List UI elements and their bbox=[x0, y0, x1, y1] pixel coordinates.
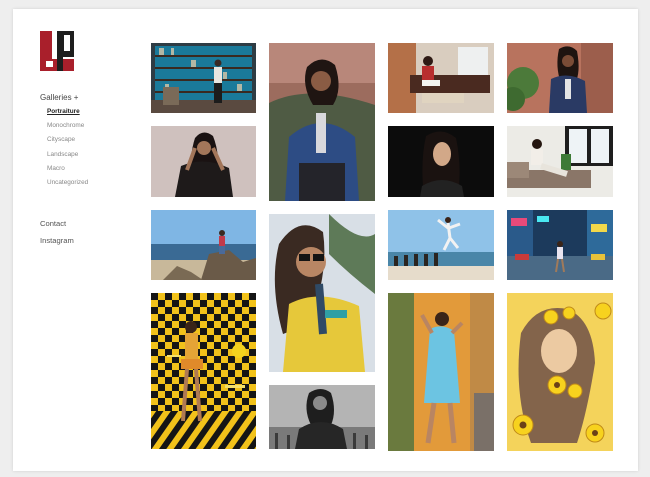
gallery-photo-street-portrait[interactable] bbox=[507, 43, 613, 113]
nav-item-uncategorized[interactable]: Uncategorized bbox=[47, 179, 130, 186]
gallery-photo-window-couch-portrait[interactable] bbox=[507, 126, 613, 197]
nav-item-cityscape[interactable]: Cityscape bbox=[47, 136, 130, 143]
gallery-photo-loft-sofa-portrait[interactable] bbox=[388, 43, 494, 113]
nav-item-portraiture[interactable]: Portraiture bbox=[47, 108, 130, 115]
gallery-photo-times-square-portrait[interactable] bbox=[507, 210, 613, 280]
site-logo[interactable] bbox=[37, 31, 77, 73]
gallery-photo-monochrome-portrait[interactable] bbox=[269, 385, 375, 449]
nav-instagram-link[interactable]: Instagram bbox=[40, 236, 130, 245]
gallery-photo-denim-shirt-portrait[interactable] bbox=[269, 43, 375, 201]
gallery-photo-checkered-wall-portrait[interactable] bbox=[151, 293, 256, 449]
nav-galleries-toggle[interactable]: Galleries + bbox=[40, 93, 130, 102]
page-container: Galleries + Portraiture Monochrome Citys… bbox=[13, 9, 638, 471]
gallery-photo-rocky-beach-portrait[interactable] bbox=[151, 210, 256, 280]
gallery-photo-pier-leap-portrait[interactable] bbox=[388, 210, 494, 280]
gallery-photo-blue-dress-portrait[interactable] bbox=[388, 293, 494, 451]
nav-item-monochrome[interactable]: Monochrome bbox=[47, 122, 130, 129]
nav-contact-link[interactable]: Contact bbox=[40, 219, 130, 228]
gallery-photo-lace-top-portrait[interactable] bbox=[151, 126, 256, 197]
site-nav: Galleries + Portraiture Monochrome Citys… bbox=[40, 93, 130, 245]
nav-item-macro[interactable]: Macro bbox=[47, 165, 130, 172]
gallery-photo-library-portrait[interactable] bbox=[151, 43, 256, 113]
gallery-photo-sunglasses-portrait[interactable] bbox=[269, 214, 375, 372]
nav-item-landscape[interactable]: Landscape bbox=[47, 151, 130, 158]
gallery-photo-dark-studio-portrait[interactable] bbox=[388, 126, 494, 197]
gallery-photo-sunflower-veil-portrait[interactable] bbox=[507, 293, 613, 451]
gallery-submenu: Portraiture Monochrome Cityscape Landsca… bbox=[40, 108, 130, 186]
